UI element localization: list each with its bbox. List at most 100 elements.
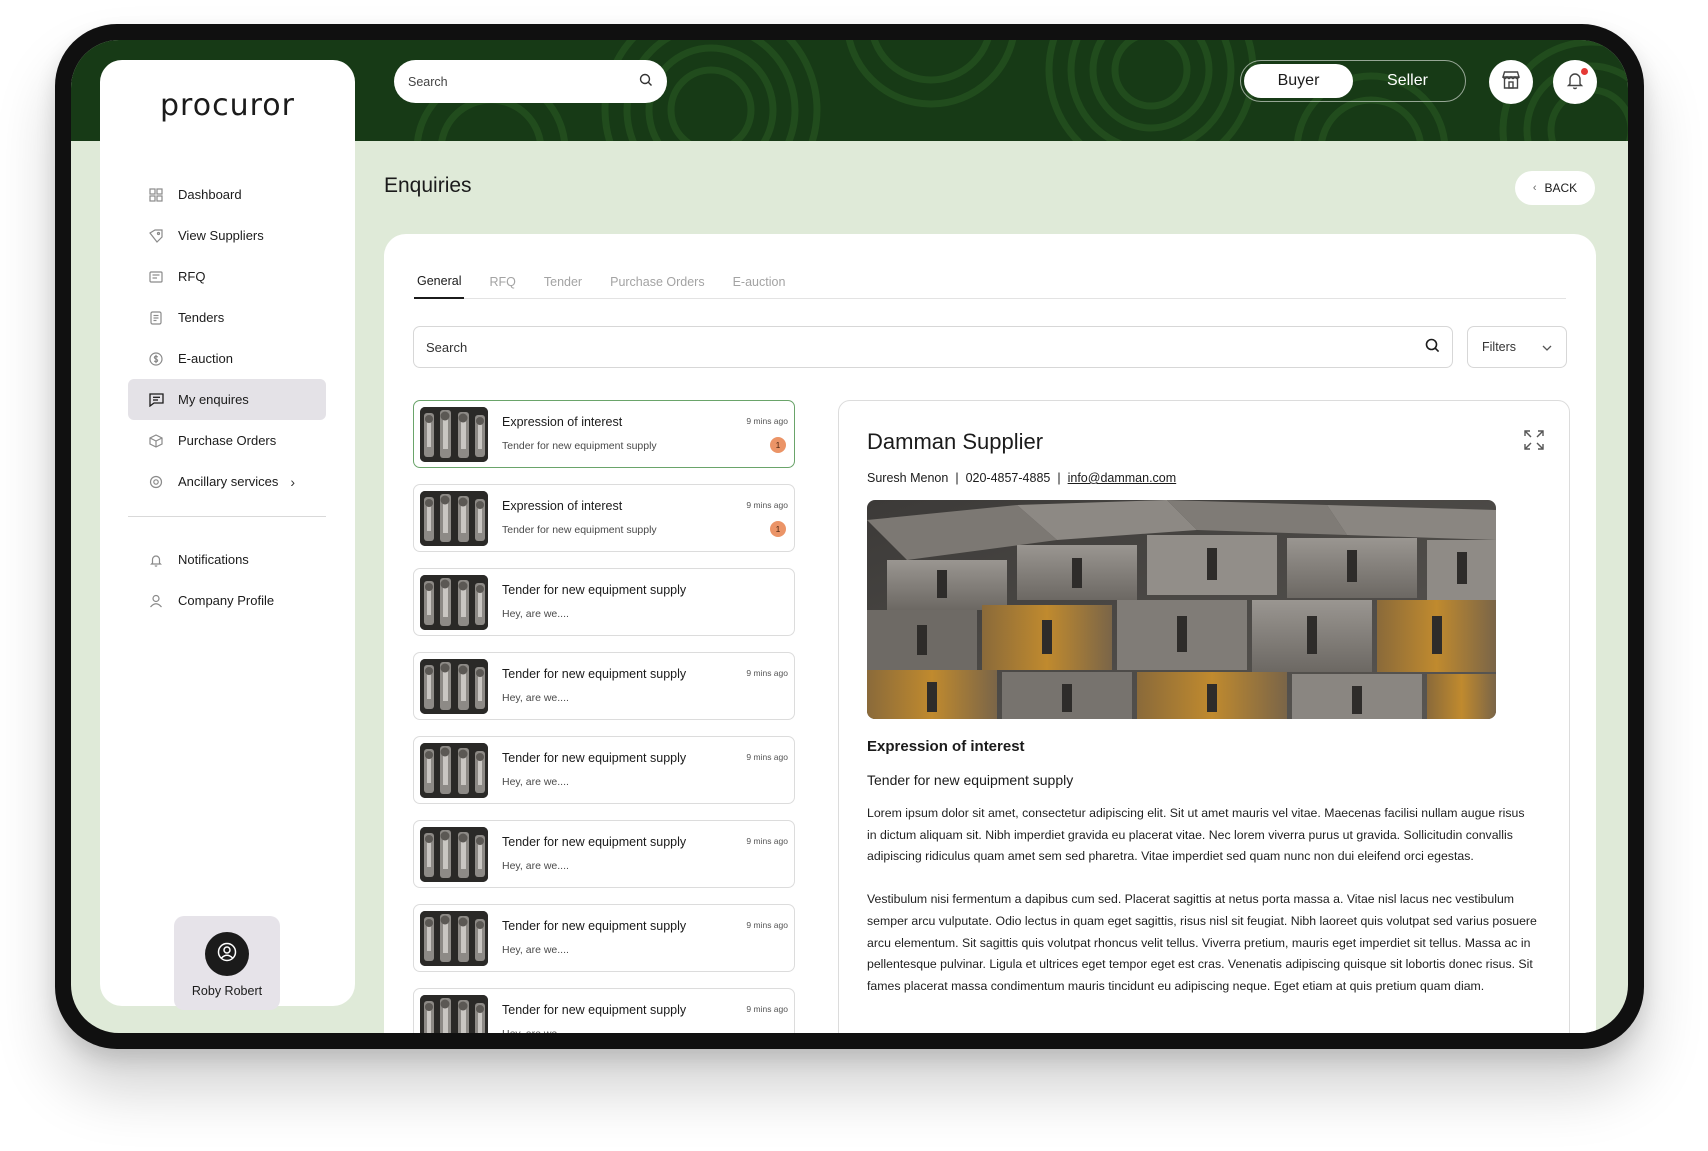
sidebar-item-my-enquires[interactable]: My enquires xyxy=(128,379,326,420)
enquiry-subtitle: Tender for new equipment supply xyxy=(502,524,657,536)
chevron-right-icon[interactable]: › xyxy=(290,474,295,490)
enquiry-thumbnail xyxy=(420,659,488,714)
tab-rfq[interactable]: RFQ xyxy=(486,264,518,299)
grid-icon xyxy=(148,187,164,203)
list-item[interactable]: Tender for new equipment supply Hey, are … xyxy=(413,988,795,1033)
list-item[interactable]: Tender for new equipment supply Hey, are … xyxy=(413,736,795,804)
enquiry-thumbnail xyxy=(420,743,488,798)
sidebar-item-rfq[interactable]: RFQ xyxy=(128,256,326,297)
enquiry-list: Expression of interest Tender for new equ… xyxy=(413,400,795,1033)
contact-email-link[interactable]: info@damman.com xyxy=(1068,471,1177,485)
supplier-contact: Suresh Menon | 020-4857-4885 | info@damman.c… xyxy=(867,471,1177,485)
tab-general[interactable]: General xyxy=(414,264,465,299)
sidebar-item-view-suppliers[interactable]: View Suppliers xyxy=(128,215,326,256)
chevron-down-icon xyxy=(1542,340,1552,354)
tenders-icon xyxy=(148,310,164,326)
search-icon[interactable] xyxy=(1425,338,1440,356)
enquiry-title: Tender for new equipment supply xyxy=(502,751,687,765)
enquiry-subtitle: Hey, are we.... xyxy=(502,692,569,704)
enquiry-heading: Expression of interest xyxy=(867,738,1025,755)
store-button[interactable] xyxy=(1489,60,1533,104)
user-circle-icon xyxy=(217,942,237,967)
expand-icon[interactable] xyxy=(1523,429,1545,451)
sidebar-nav: Dashboard View Suppliers RFQ Tenders E-a… xyxy=(128,174,326,621)
sidebar-item-label: Ancillary services xyxy=(178,474,279,489)
product-image xyxy=(867,500,1496,719)
enquiry-thumbnail xyxy=(420,911,488,966)
page-title: Enquiries xyxy=(384,174,472,197)
sidebar-item-label: Company Profile xyxy=(178,593,275,608)
contact-phone: 020-4857-4885 xyxy=(965,471,1051,485)
app-screen: Search Buyer Seller procuror Dashboard V… xyxy=(71,40,1628,1033)
enquiry-thumbnail xyxy=(420,827,488,882)
sidebar-item-label: E-auction xyxy=(178,351,233,366)
enquiry-body: Lorem ipsum dolor sit amet, consectetur … xyxy=(867,803,1537,1019)
tab-purchase-orders[interactable]: Purchase Orders xyxy=(607,264,707,299)
search-icon[interactable] xyxy=(639,73,653,90)
enquiry-subtitle: Hey, are we.... xyxy=(502,860,569,872)
enquiry-title: Tender for new equipment supply xyxy=(502,919,687,933)
enquiry-time: 9 mins ago xyxy=(746,920,788,930)
filters-label: Filters xyxy=(1482,340,1517,354)
enquiry-subtitle: Hey, are we.... xyxy=(502,608,569,620)
enquiry-detail-panel: Damman Supplier Suresh Menon | 020-4857-48… xyxy=(838,400,1570,1033)
sidebar-item-label: My enquires xyxy=(178,392,249,407)
sidebar-item-ancillary-services[interactable]: Ancillary services › xyxy=(128,461,326,502)
enquiry-subheading: Tender for new equipment supply xyxy=(867,772,1074,788)
tab-bar: General RFQ Tender Purchase Orders E-auc… xyxy=(414,264,1566,299)
sidebar-item-notifications[interactable]: Notifications xyxy=(128,539,326,580)
list-item[interactable]: Expression of interest Tender for new equ… xyxy=(413,400,795,468)
seller-toggle-button[interactable]: Seller xyxy=(1353,64,1462,98)
global-search-input[interactable]: Search xyxy=(394,60,667,103)
sidebar-item-purchase-orders[interactable]: Purchase Orders xyxy=(128,420,326,461)
enquiry-title: Tender for new equipment supply xyxy=(502,1003,687,1017)
sidebar-item-dashboard[interactable]: Dashboard xyxy=(128,174,326,215)
enquiry-title: Expression of interest xyxy=(502,499,623,513)
enquiry-thumbnail xyxy=(420,407,488,462)
tab-tender[interactable]: Tender xyxy=(541,264,585,299)
message-icon xyxy=(148,392,164,408)
sidebar-item-e-auction[interactable]: E-auction xyxy=(128,338,326,379)
enquiry-thumbnail xyxy=(420,491,488,546)
back-button[interactable]: ‹ BACK xyxy=(1515,171,1595,205)
role-toggle: Buyer Seller xyxy=(1240,60,1466,102)
enquiry-paragraph: Vestibulum nisi fermentum a dapibus cum … xyxy=(867,892,1537,993)
tab-e-auction[interactable]: E-auction xyxy=(730,264,789,299)
sidebar-item-label: Notifications xyxy=(178,552,249,567)
global-search-placeholder: Search xyxy=(408,74,448,89)
enquiries-card: General RFQ Tender Purchase Orders E-auc… xyxy=(384,234,1596,1033)
sidebar-item-company-profile[interactable]: Company Profile xyxy=(128,580,326,621)
enquiry-time: 9 mins ago xyxy=(746,500,788,510)
filters-dropdown[interactable]: Filters xyxy=(1467,326,1567,368)
enquiry-time: 9 mins ago xyxy=(746,752,788,762)
enquiries-search-input[interactable]: Search xyxy=(413,326,1453,368)
back-button-label: BACK xyxy=(1544,181,1578,195)
sidebar-item-tenders[interactable]: Tenders xyxy=(128,297,326,338)
sidebar-divider xyxy=(128,516,326,517)
box-icon xyxy=(148,433,164,449)
sidebar-item-label: Tenders xyxy=(178,310,225,325)
list-item[interactable]: Expression of interest Tender for new equ… xyxy=(413,484,795,552)
enquiry-time: 9 mins ago xyxy=(746,668,788,678)
enquiry-paragraph: Lorem ipsum dolor sit amet, consectetur … xyxy=(867,806,1525,864)
notification-dot xyxy=(1581,68,1588,75)
enquiry-subtitle: Hey, are we.... xyxy=(502,944,569,956)
notifications-button[interactable] xyxy=(1553,60,1597,104)
settings-icon xyxy=(148,474,164,490)
list-item[interactable]: Tender for new equipment supply Hey, are … xyxy=(413,652,795,720)
list-item[interactable]: Tender for new equipment supply Hey, are … xyxy=(413,904,795,972)
buyer-toggle-button[interactable]: Buyer xyxy=(1244,64,1353,98)
enquiry-title: Tender for new equipment supply xyxy=(502,583,687,597)
tag-icon xyxy=(148,228,164,244)
device-frame: Search Buyer Seller procuror Dashboard V… xyxy=(55,24,1644,1049)
list-item[interactable]: Tender for new equipment supply Hey, are … xyxy=(413,568,795,636)
unread-count-badge: 1 xyxy=(770,437,786,453)
sidebar-item-label: RFQ xyxy=(178,269,206,284)
enquiry-title: Tender for new equipment supply xyxy=(502,667,687,681)
enquiry-title: Expression of interest xyxy=(502,415,623,429)
chevron-left-icon: ‹ xyxy=(1532,182,1537,194)
list-item[interactable]: Tender for new equipment supply Hey, are … xyxy=(413,820,795,888)
user-name: Roby Robert xyxy=(191,984,263,998)
user-card[interactable]: Roby Robert xyxy=(174,916,280,1010)
enquiry-time: 9 mins ago xyxy=(746,836,788,846)
